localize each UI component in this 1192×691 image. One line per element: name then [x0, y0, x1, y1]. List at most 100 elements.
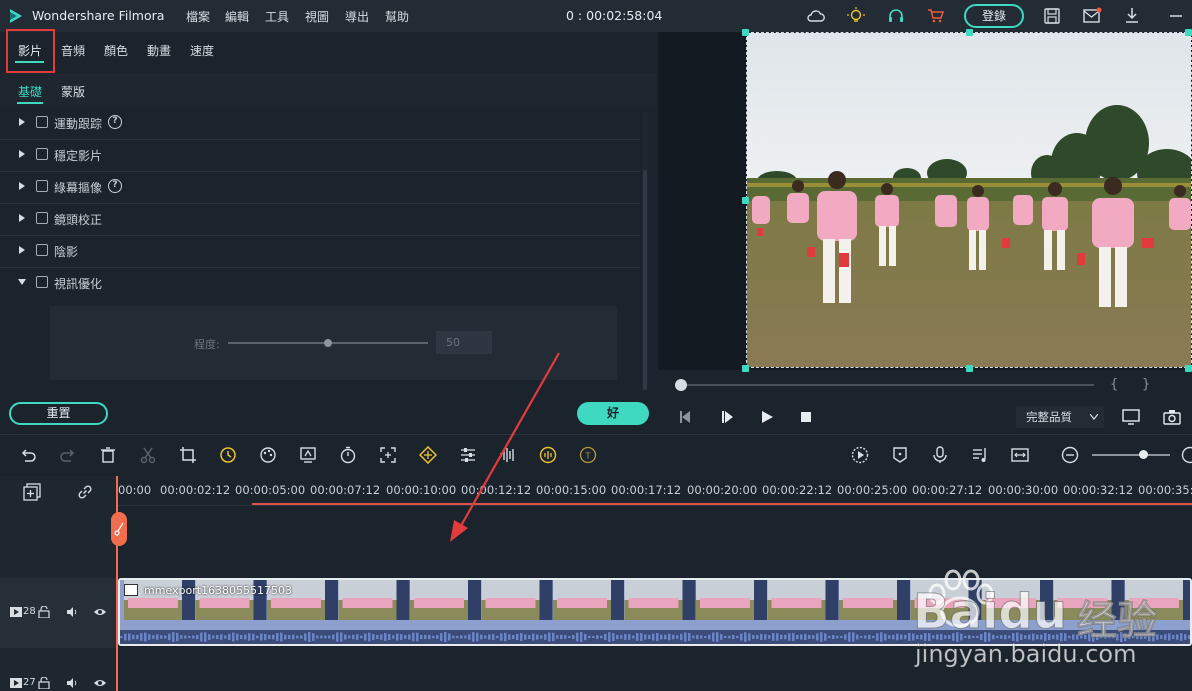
resize-handle[interactable] — [966, 365, 973, 372]
delete-icon[interactable] — [99, 446, 117, 464]
preview-video-frame[interactable] — [746, 32, 1192, 368]
checkbox-chroma-key[interactable] — [36, 180, 48, 192]
subtab-mask[interactable]: 蒙版 — [61, 83, 85, 100]
cart-icon[interactable] — [926, 6, 946, 26]
help-icon[interactable]: ? — [108, 179, 122, 193]
unlock-icon[interactable] — [38, 606, 50, 618]
expand-arrow-icon[interactable] — [18, 150, 26, 158]
minimize-icon[interactable] — [1166, 6, 1186, 26]
timeline-zoom-handle[interactable] — [1139, 450, 1148, 459]
waveform-bar — [604, 633, 607, 641]
speaker-icon[interactable] — [66, 677, 78, 689]
tab-color[interactable]: 顏色 — [104, 42, 128, 59]
checkbox-shadow[interactable] — [36, 244, 48, 256]
baidu-watermark: Baidu 经验 jingyan.baidu.com — [905, 560, 1192, 691]
eye-icon[interactable] — [94, 606, 106, 618]
expand-arrow-icon[interactable] — [18, 246, 26, 254]
resize-handle[interactable] — [742, 197, 749, 204]
scissors-icon[interactable] — [139, 446, 157, 464]
lightbulb-icon[interactable] — [846, 6, 866, 26]
property-row-shadow[interactable] — [0, 236, 640, 268]
keyframe-icon[interactable] — [419, 446, 437, 464]
color-palette-icon[interactable] — [259, 446, 277, 464]
stop-icon[interactable] — [800, 411, 812, 423]
duration-timer-icon[interactable] — [339, 446, 357, 464]
menu-view[interactable]: 視圖 — [305, 8, 329, 25]
menu-tools[interactable]: 工具 — [265, 8, 289, 25]
fit-frame-icon[interactable] — [379, 446, 397, 464]
microphone-icon[interactable] — [931, 446, 949, 464]
checkbox-video-enhance[interactable] — [36, 276, 48, 288]
download-icon[interactable] — [1122, 6, 1142, 26]
waveform-bar — [264, 633, 267, 641]
mark-in-button[interactable]: { — [1110, 377, 1118, 392]
waveform-bar — [696, 634, 699, 640]
save-icon[interactable] — [1042, 6, 1062, 26]
resize-handle[interactable] — [742, 29, 749, 36]
waveform-bar — [412, 632, 415, 642]
render-preview-icon[interactable] — [851, 446, 869, 464]
resize-handle[interactable] — [966, 29, 973, 36]
collapse-arrow-icon[interactable] — [18, 278, 26, 286]
undo-icon[interactable] — [19, 446, 37, 464]
marker-icon[interactable] — [891, 446, 909, 464]
mark-out-button[interactable]: } — [1142, 377, 1150, 392]
ok-button[interactable]: 好 — [577, 402, 649, 425]
tab-video[interactable]: 影片 — [18, 42, 42, 59]
checkbox-lens-correction[interactable] — [36, 212, 48, 224]
expand-arrow-icon[interactable] — [18, 182, 26, 190]
expand-arrow-icon[interactable] — [18, 118, 26, 126]
menu-edit[interactable]: 編輯 — [225, 8, 249, 25]
mail-icon[interactable] — [1082, 6, 1102, 26]
resize-handle[interactable] — [1185, 29, 1192, 36]
tab-animation[interactable]: 動畫 — [147, 42, 171, 59]
help-icon[interactable]: ? — [108, 115, 122, 129]
zoom-in-icon[interactable] — [1181, 446, 1192, 464]
speech-to-text-icon[interactable]: T — [579, 446, 597, 464]
scrollbar-thumb[interactable] — [643, 170, 647, 390]
playhead-handle[interactable] — [111, 512, 127, 546]
waveform-bar — [716, 632, 719, 642]
speaker-icon[interactable] — [66, 606, 78, 618]
waveform-bar — [248, 633, 251, 641]
eye-icon[interactable] — [94, 677, 106, 689]
checkbox-motion-tracking[interactable] — [36, 116, 48, 128]
resize-handle[interactable] — [1185, 365, 1192, 372]
timeline-zoom-slider[interactable] — [1092, 454, 1170, 456]
quality-dropdown[interactable]: 完整品質 — [1016, 406, 1104, 428]
redo-icon[interactable] — [59, 446, 77, 464]
add-track-icon[interactable] — [23, 483, 41, 501]
reset-button[interactable]: 重置 — [9, 402, 108, 425]
playback-scrubber[interactable] — [680, 384, 1094, 386]
display-monitor-icon[interactable] — [1122, 408, 1140, 426]
tab-audio[interactable]: 音頻 — [61, 42, 85, 59]
subtab-basic[interactable]: 基礎 — [18, 83, 42, 100]
next-frame-icon[interactable] — [719, 410, 735, 424]
unlock-icon[interactable] — [38, 677, 50, 689]
speed-icon[interactable] — [219, 446, 237, 464]
previous-frame-icon[interactable] — [678, 410, 694, 424]
snapshot-camera-icon[interactable] — [1163, 408, 1181, 426]
headset-icon[interactable] — [886, 6, 906, 26]
green-screen-icon[interactable] — [299, 446, 317, 464]
degree-slider-handle[interactable] — [324, 339, 332, 347]
menu-file[interactable]: 檔案 — [186, 8, 210, 25]
cloud-icon[interactable] — [806, 6, 826, 26]
checkbox-stabilization[interactable] — [36, 148, 48, 160]
play-icon[interactable] — [760, 410, 774, 424]
audio-mixer-icon[interactable] — [971, 446, 989, 464]
login-button[interactable]: 登錄 — [964, 4, 1024, 28]
resize-handle[interactable] — [742, 365, 749, 372]
playhead[interactable] — [116, 476, 118, 691]
crop-icon[interactable] — [179, 446, 197, 464]
playback-scrubber-handle[interactable] — [675, 379, 687, 391]
link-icon[interactable] — [76, 483, 94, 501]
zoom-out-icon[interactable] — [1061, 446, 1079, 464]
tab-speed[interactable]: 速度 — [190, 42, 214, 59]
fit-timeline-icon[interactable] — [1011, 446, 1029, 464]
waveform-bar — [624, 634, 627, 640]
menu-export[interactable]: 導出 — [345, 8, 369, 25]
waveform-bar — [748, 633, 751, 641]
menu-help[interactable]: 幫助 — [385, 8, 409, 25]
expand-arrow-icon[interactable] — [18, 214, 26, 222]
